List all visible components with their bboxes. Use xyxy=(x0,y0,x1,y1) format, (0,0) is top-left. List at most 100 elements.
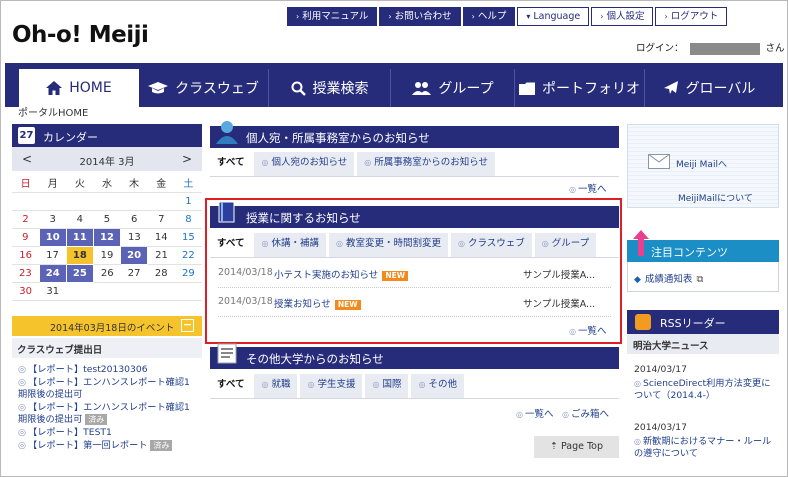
personal-more-link[interactable]: ◎ 一覧へ xyxy=(569,181,607,195)
tab-all[interactable]: すべて xyxy=(210,152,252,176)
calendar-day[interactable]: 30 xyxy=(12,282,40,301)
other-more-link[interactable]: ◎ 一覧へ xyxy=(516,406,554,420)
tab-other[interactable]: ◎ その他 xyxy=(411,374,464,398)
tab-international[interactable]: ◎ 国際 xyxy=(365,374,409,398)
event-item[interactable]: ◎ 【レポート】第一回レポート 済み xyxy=(18,440,198,452)
calendar-day[interactable]: 23 xyxy=(12,264,40,283)
tab-personal[interactable]: ◎ 個人宛のお知らせ xyxy=(254,152,355,176)
event-text: 【レポート】TEST1 xyxy=(28,427,112,438)
meiji-mail-link[interactable]: Meiji Mailへ xyxy=(676,157,727,170)
rss-item[interactable]: 2014/03/17 ◎ ScienceDirect利用方法変更について（2014… xyxy=(634,364,779,402)
bullet-icon: ◎ xyxy=(372,380,380,389)
mail-icon xyxy=(648,154,670,169)
next-month-button[interactable]: > xyxy=(182,152,192,166)
contact-link[interactable]: › お問い合わせ xyxy=(379,7,461,26)
calendar-day[interactable]: 29 xyxy=(174,264,202,283)
calendar-grid: 日月火水木金土 1 2 3 4 5 6 7 8 9 10 11 12 13 14 15 16 17 18 19 20 21… xyxy=(12,174,202,301)
notice-row[interactable]: 2014/03/18 小テスト実施のお知らせ NEW サンプル授業A... xyxy=(218,260,611,288)
settings-link[interactable]: › 個人設定 xyxy=(591,7,654,26)
rss-item[interactable]: 2014/03/17 ◎ 新歓期におけるマナー・ルールの遵守について xyxy=(634,422,779,460)
notice-title-text: 小テスト実施のお知らせ xyxy=(274,270,379,281)
calendar-day[interactable]: 18 xyxy=(65,245,94,265)
tab-label: 学生支援 xyxy=(317,379,356,390)
bullet-icon: ◎ xyxy=(261,158,269,167)
nav-home[interactable]: HOME xyxy=(19,69,139,107)
calendar-day[interactable]: 8 xyxy=(174,210,202,229)
calendar-day[interactable]: 26 xyxy=(93,264,121,283)
rss-title-link[interactable]: ◎ ScienceDirect利用方法変更について（2014.4-） xyxy=(634,378,779,402)
rss-date: 2014/03/17 xyxy=(634,422,687,433)
calendar-day[interactable]: 25 xyxy=(65,263,94,283)
calendar-day[interactable]: 31 xyxy=(39,282,67,301)
login-status: ログイン： さん xyxy=(636,40,785,55)
grade-report-link[interactable]: ◆ 成績通知表 ⧉ xyxy=(627,262,779,292)
nav-group[interactable]: グループ xyxy=(391,69,515,107)
calendar-day[interactable]: 14 xyxy=(147,228,175,247)
event-item[interactable]: ◎ 【レポート】エンハンスレポート確認1 期限後の提出可 済み xyxy=(18,402,198,426)
calendar-day[interactable]: 1 xyxy=(174,192,202,211)
calendar-day[interactable]: 2 xyxy=(12,210,40,229)
nav-classweb[interactable]: クラスウェブ xyxy=(139,69,269,107)
tab-group[interactable]: ◎ グループ xyxy=(534,233,597,257)
event-item[interactable]: ◎ 【レポート】test20130306 xyxy=(18,364,198,376)
nav-global[interactable]: グローバル xyxy=(645,69,773,107)
bullet-icon: ◎ xyxy=(569,185,576,194)
calendar-day[interactable]: 4 xyxy=(66,210,94,229)
calendar-title: カレンダー xyxy=(43,131,98,144)
notice-row[interactable]: 2014/03/18 授業お知らせ NEW サンプル授業A... xyxy=(218,289,611,317)
tab-all[interactable]: すべて xyxy=(210,374,252,398)
calendar-day[interactable]: 16 xyxy=(12,246,40,265)
trash-link[interactable]: ◎ ごみ箱へ xyxy=(562,406,609,420)
site-logo[interactable]: Oh-o! Meiji xyxy=(12,22,149,48)
bullet-icon: ◎ xyxy=(541,239,549,248)
tab-room-change[interactable]: ◎ 教室変更・時間割変更 xyxy=(328,233,448,257)
calendar-day[interactable]: 21 xyxy=(147,246,175,265)
newspaper-icon xyxy=(217,343,237,364)
weekday-label: 月 xyxy=(39,174,67,193)
calendar-day[interactable]: 19 xyxy=(93,246,121,265)
tab-all[interactable]: すべて xyxy=(210,233,252,257)
calendar-day[interactable]: 15 xyxy=(174,228,202,247)
calendar-empty xyxy=(39,192,67,211)
logout-link[interactable]: › ログアウト xyxy=(655,7,728,26)
calendar-day[interactable]: 7 xyxy=(147,210,175,229)
language-dropdown[interactable]: ▾ Language xyxy=(517,7,590,26)
done-tag: 済み xyxy=(85,414,108,425)
event-item[interactable]: ◎ 【レポート】TEST1 xyxy=(18,427,198,439)
tab-classweb[interactable]: ◎ クラスウェブ xyxy=(450,233,532,257)
calendar-day[interactable]: 6 xyxy=(120,210,148,229)
page-top-button[interactable]: ⇡ Page Top xyxy=(534,436,619,458)
nav-portfolio[interactable]: ポートフォリオ xyxy=(515,69,645,107)
calendar-day[interactable]: 24 xyxy=(38,263,67,283)
tab-career[interactable]: ◎ 就職 xyxy=(254,374,298,398)
tab-student-support[interactable]: ◎ 学生支援 xyxy=(300,374,363,398)
nav-group-label: グループ xyxy=(438,81,494,97)
event-item[interactable]: ◎ 【レポート】エンハンスレポート確認1 期限後の提出可 xyxy=(18,377,198,401)
notice-title[interactable]: 授業お知らせ NEW xyxy=(274,296,361,310)
help-link[interactable]: › ヘルプ xyxy=(462,7,516,26)
calendar-day[interactable]: 13 xyxy=(120,228,148,247)
tab-cancellation[interactable]: ◎ 休講・補講 xyxy=(254,233,326,257)
calendar-day[interactable]: 22 xyxy=(174,246,202,265)
meiji-mail-about-link[interactable]: MeijiMailについて xyxy=(678,191,753,204)
calendar-day[interactable]: 17 xyxy=(39,246,67,265)
collapse-button[interactable]: − xyxy=(181,319,194,332)
tab-office[interactable]: ◎ 所属事務室からのお知らせ xyxy=(357,152,496,176)
calendar-day[interactable]: 9 xyxy=(12,228,40,247)
dropdown-icon: ▾ xyxy=(526,12,531,21)
calendar-day[interactable]: 20 xyxy=(120,245,149,265)
calendar-day[interactable]: 12 xyxy=(92,227,122,247)
calendar-day[interactable]: 28 xyxy=(147,264,175,283)
personal-tabs: すべて ◎ 個人宛のお知らせ ◎ 所属事務室からのお知らせ xyxy=(210,152,498,176)
calendar-day[interactable]: 27 xyxy=(120,264,148,283)
calendar-day[interactable]: 5 xyxy=(93,210,121,229)
notice-title[interactable]: 小テスト実施のお知らせ NEW xyxy=(274,267,408,281)
nav-course-search[interactable]: 授業検索 xyxy=(269,69,391,107)
trash-label: ごみ箱へ xyxy=(570,409,609,420)
class-more-link[interactable]: ◎ 一覧へ xyxy=(569,323,607,337)
rss-title-link[interactable]: ◎ 新歓期におけるマナー・ルールの遵守について xyxy=(634,436,779,460)
manual-link[interactable]: › 利用マニュアル xyxy=(287,7,378,26)
calendar-day[interactable]: 11 xyxy=(65,227,94,247)
calendar-day[interactable]: 3 xyxy=(39,210,67,229)
calendar-day[interactable]: 10 xyxy=(38,227,67,247)
